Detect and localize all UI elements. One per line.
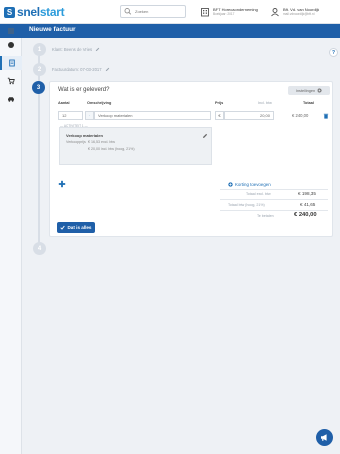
totals-divider: [220, 199, 328, 200]
plus-circle-icon: [228, 182, 233, 187]
done-button[interactable]: Dat is alles: [57, 222, 95, 233]
page-title: Nieuwe factuur: [29, 26, 76, 33]
top-header: S snelstart BFT Horecaonderneming Boekja…: [0, 0, 340, 24]
card-title: Wat is er geleverd?: [58, 87, 110, 93]
pencil-icon[interactable]: [105, 67, 110, 72]
step-1-text: Klant: Beens de Vries: [52, 47, 93, 52]
step-3-circle[interactable]: 3: [32, 81, 45, 94]
column-header-description: Omschrijving: [87, 101, 112, 105]
chevron-down-icon: [89, 115, 90, 116]
step-4-circle[interactable]: 4: [33, 242, 46, 255]
sidebar: [0, 28, 22, 454]
price-input[interactable]: 20,00: [224, 111, 274, 120]
settings-button[interactable]: Instellingen: [288, 86, 330, 95]
sidebar-item-car[interactable]: [0, 92, 22, 106]
column-header-price: Prijs: [215, 101, 224, 105]
sidebar-item-finance[interactable]: [0, 38, 22, 52]
user-email: mail.vdnoordijk@bft.nl: [283, 12, 315, 16]
menu-icon: [8, 28, 14, 34]
help-icon: ?: [331, 49, 336, 56]
column-header-price-sub: Incl. btw: [258, 101, 272, 105]
total-excl-label: Totaal excl. btw: [246, 192, 271, 196]
check-icon: [60, 225, 66, 230]
logo-text-part2: start: [39, 5, 65, 19]
detail-price-label: Verkoopprijs: [66, 140, 86, 144]
totals-divider: [220, 210, 328, 211]
document-icon: [9, 59, 15, 67]
currency-label: €: [215, 111, 224, 120]
total-vat-value: € 41,65: [300, 202, 316, 207]
snelstart-logo[interactable]: S snelstart: [4, 4, 65, 20]
sidebar-item-purchases[interactable]: [0, 74, 22, 88]
quantity-input[interactable]: 12: [58, 111, 83, 120]
total-vat-label: Totaal btw (hoog, 21%): [228, 203, 265, 207]
search-box[interactable]: [120, 5, 186, 18]
detail-price-excl: € 16,53 excl. btw: [88, 140, 115, 144]
search-input[interactable]: [135, 9, 185, 14]
company-sub: Boekjaar: 2017: [213, 12, 235, 16]
detail-title: Verkoop materialen: [66, 133, 103, 138]
user-icon: [271, 8, 279, 17]
step-2-text: Factuurdatum: 07-03-2017: [52, 67, 102, 72]
step-2-summary[interactable]: Factuurdatum: 07-03-2017: [52, 67, 110, 72]
logo-mark-icon: S: [4, 6, 15, 18]
car-icon: [8, 97, 14, 102]
line-detail-box: Verkoop materialen Verkoopprijs € 16,53 …: [59, 127, 212, 165]
pencil-icon[interactable]: [202, 133, 208, 139]
add-discount-link[interactable]: Korting toevoegen: [228, 182, 271, 187]
pencil-icon[interactable]: [95, 47, 100, 52]
detail-price-incl: € 20,00 incl. btw (hoog, 21%): [88, 147, 135, 151]
total-due-value: € 240,00: [294, 212, 317, 218]
column-header-total: Totaal: [303, 101, 314, 105]
sidebar-item-invoices[interactable]: [0, 56, 22, 70]
help-button[interactable]: ?: [329, 48, 338, 57]
add-line-icon[interactable]: [58, 180, 66, 188]
building-icon: [201, 8, 209, 17]
total-due-label: Te betalen: [257, 214, 274, 218]
article-dropdown-toggle[interactable]: [85, 111, 94, 120]
total-excl-value: € 198,35: [298, 191, 316, 196]
step-2-circle[interactable]: 2: [33, 63, 46, 76]
page-title-bar: Nieuwe factuur: [0, 24, 340, 38]
column-header-qty: Aantal: [58, 101, 70, 105]
company-selector[interactable]: BFT Horecaonderneming Boekjaar: 2017: [200, 5, 262, 19]
step-1-circle[interactable]: 1: [33, 43, 46, 56]
step-1-summary[interactable]: Klant: Beens de Vries: [52, 47, 100, 52]
description-input[interactable]: Verkoop materialen: [94, 111, 211, 120]
floating-action-button[interactable]: [316, 429, 333, 446]
search-icon: [124, 8, 132, 15]
user-menu[interactable]: Bft. Vd. van Noordijk mail.vdnoordijk@bf…: [270, 5, 336, 19]
megaphone-icon: [321, 434, 327, 441]
totals-divider: [220, 189, 328, 190]
cart-icon: [7, 77, 15, 85]
sidebar-menu-toggle[interactable]: [0, 24, 22, 38]
trash-icon[interactable]: [323, 113, 329, 119]
delivery-card: Wat is er geleverd? Instellingen Aantal …: [49, 81, 333, 237]
gear-icon: [317, 88, 322, 93]
coin-icon: [8, 42, 14, 48]
logo-text-part1: snel: [17, 5, 40, 19]
line-total: € 240,00: [292, 113, 309, 118]
